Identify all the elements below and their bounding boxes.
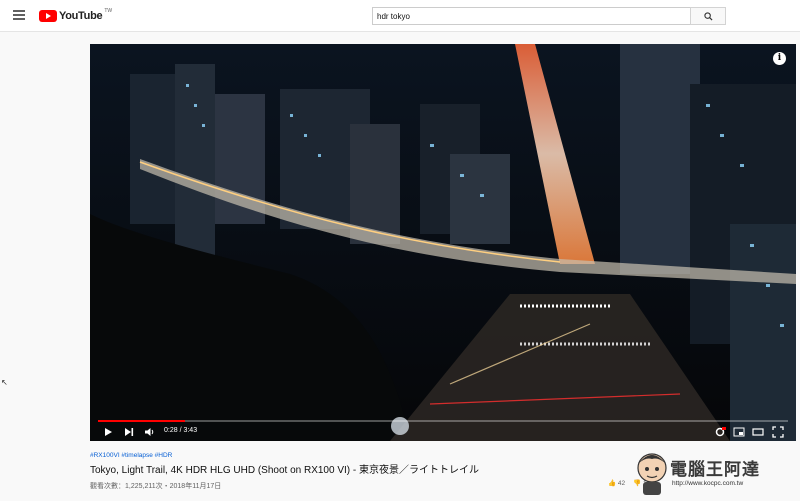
volume-icon[interactable] bbox=[144, 426, 156, 438]
hdr-settings-icon[interactable] bbox=[714, 426, 726, 438]
mouse-cursor-icon: ↖ bbox=[1, 378, 8, 387]
progress-bar[interactable] bbox=[98, 420, 788, 422]
player-controls: 0:28 / 3:43 bbox=[90, 423, 796, 441]
site-watermark: 電腦王阿達 http://www.kocpc.com.tw bbox=[636, 449, 800, 501]
watermark-url: http://www.kocpc.com.tw bbox=[672, 480, 744, 487]
progress-fill bbox=[98, 420, 185, 422]
next-icon[interactable] bbox=[123, 426, 135, 438]
time-display: 0:28 / 3:43 bbox=[164, 427, 198, 434]
hashtags[interactable]: #RX100VI #timelapse #HDR bbox=[90, 452, 172, 459]
play-icon[interactable] bbox=[102, 426, 114, 438]
miniplayer-icon[interactable] bbox=[733, 426, 745, 438]
youtube-play-icon bbox=[39, 10, 57, 22]
search-input[interactable] bbox=[372, 7, 690, 25]
view-count: 觀看次數：1,225,211次・2018年11月17日 bbox=[90, 483, 222, 490]
search-bar bbox=[372, 7, 726, 25]
video-title: Tokyo, Light Trail, 4K HDR HLG UHD (Shoo… bbox=[90, 465, 479, 476]
top-bar: YouTube TW bbox=[0, 0, 800, 32]
fullscreen-icon[interactable] bbox=[772, 426, 784, 438]
theater-mode-icon[interactable] bbox=[752, 426, 764, 438]
video-frame bbox=[90, 44, 796, 441]
logo-region: TW bbox=[104, 8, 113, 14]
hamburger-menu-icon[interactable] bbox=[13, 10, 25, 20]
video-player[interactable]: i 0:28 / 3:43 bbox=[90, 44, 796, 441]
search-button[interactable] bbox=[690, 7, 726, 25]
youtube-logo[interactable]: YouTube TW bbox=[39, 8, 113, 23]
logo-text: YouTube bbox=[59, 10, 103, 22]
search-icon bbox=[703, 11, 713, 21]
watermark-text: 電腦王阿達 bbox=[670, 460, 760, 479]
like-button[interactable]: 👍 42 bbox=[608, 479, 625, 487]
like-count: 42 bbox=[617, 480, 626, 487]
mascot-icon bbox=[637, 453, 667, 495]
info-icon[interactable]: i bbox=[773, 52, 786, 65]
